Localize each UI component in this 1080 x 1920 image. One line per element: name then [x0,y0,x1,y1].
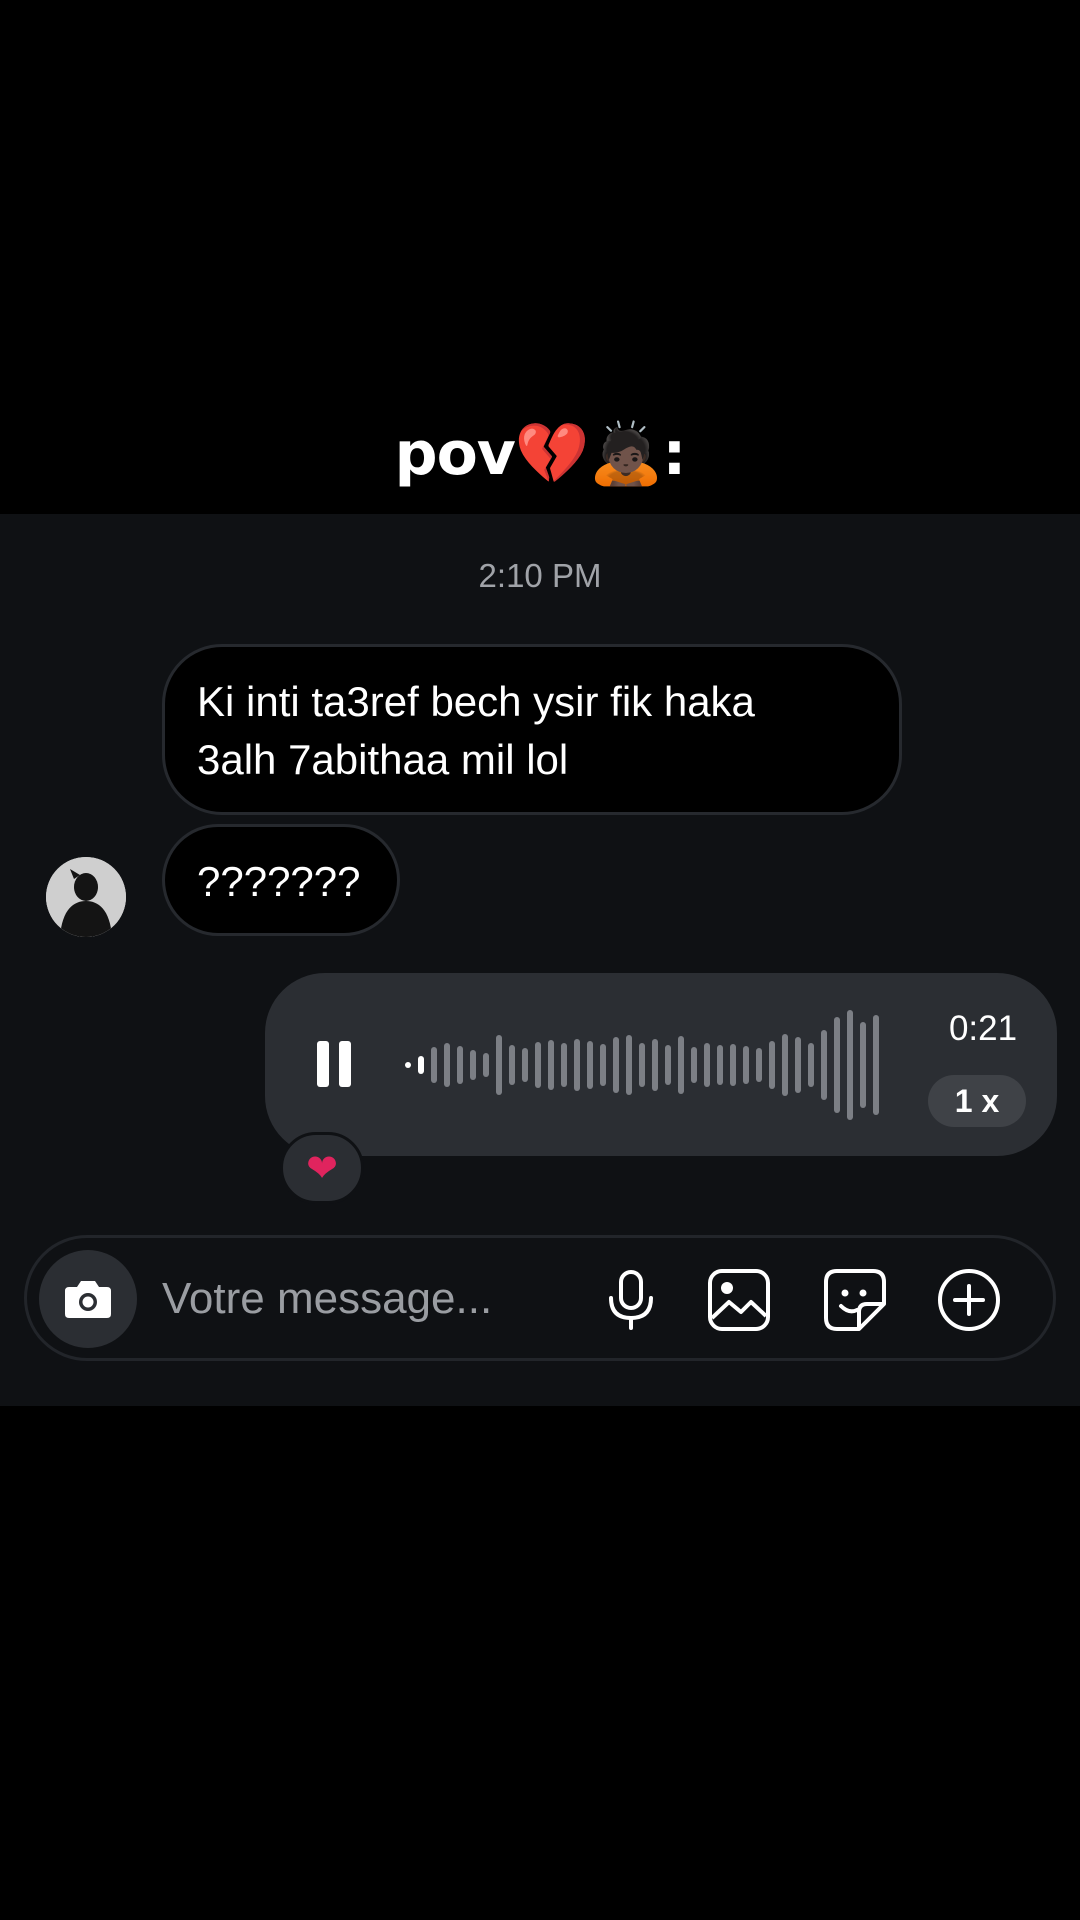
waveform-bar [821,1030,827,1100]
waveform-bar [834,1017,840,1113]
waveform-bar [743,1046,749,1084]
bowing-person-emoji: 🙇🏿 [588,419,664,489]
message-text: ??????? [197,858,361,905]
caption-colon: : [662,419,686,489]
waveform-bar [873,1015,879,1115]
broken-heart-emoji: 💔 [514,419,590,489]
waveform-bar [574,1039,580,1091]
waveform-bar [639,1043,645,1087]
message-text-line-1: Ki inti ta3ref bech ysir fik haka [197,678,755,725]
message-text-line-2: 3alh 7abithaa mil lol [197,736,569,783]
plus-circle-icon[interactable] [935,1266,1003,1334]
waveform-bar [665,1045,671,1085]
waveform-bar [431,1047,437,1083]
waveform-bar [678,1036,684,1094]
chat-panel: 2:10 PM Ki inti ta3ref bech ysir fik hak… [0,514,1080,1406]
audio-waveform[interactable] [401,1003,901,1127]
waveform-bar [561,1043,567,1087]
waveform-bar [730,1044,736,1086]
waveform-bar [782,1034,788,1096]
sticker-icon[interactable] [821,1266,889,1334]
waveform-bar [496,1035,502,1095]
voice-message-bubble[interactable]: 0:21 1 x [265,973,1057,1156]
waveform-bar [704,1043,710,1087]
waveform-bar [717,1045,723,1085]
waveform-bar [652,1039,658,1091]
waveform-bar [509,1045,515,1085]
waveform-bar [626,1035,632,1095]
camera-button[interactable] [39,1250,137,1348]
waveform-bar [795,1037,801,1093]
incoming-message-bubble[interactable]: Ki inti ta3ref bech ysir fik haka 3alh 7… [162,644,902,815]
waveform-bar [600,1044,606,1086]
overlay-caption: pov💔🙇🏿: [0,418,1080,489]
waveform-bar [587,1041,593,1089]
playback-speed-button[interactable]: 1 x [928,1075,1026,1127]
waveform-bar [457,1046,463,1084]
waveform-bar [756,1048,762,1082]
waveform-bar [808,1043,814,1087]
voice-duration: 0:21 [948,1009,1018,1048]
heart-reaction[interactable]: ❤ [280,1132,364,1204]
gallery-icon[interactable] [705,1266,773,1334]
waveform-bar [444,1043,450,1087]
waveform-bar [860,1022,866,1108]
incoming-message-bubble[interactable]: ??????? [162,824,400,936]
waveform-bar [405,1062,411,1068]
waveform-bar [522,1048,528,1082]
waveform-bar [535,1042,541,1088]
camera-icon [65,1281,111,1318]
message-input[interactable] [162,1274,562,1324]
waveform-bar [691,1047,697,1083]
avatar-silhouette-icon [46,857,126,937]
caption-text: pov [394,419,516,489]
waveform-bar [847,1010,853,1120]
waveform-bar [769,1041,775,1089]
waveform-bar [613,1037,619,1093]
waveform-bar [548,1040,554,1090]
waveform-bar [483,1053,489,1077]
message-composer [24,1235,1056,1361]
pause-icon[interactable] [317,1041,351,1087]
microphone-icon[interactable] [597,1266,665,1334]
waveform-bar [470,1050,476,1080]
waveform-bar [418,1056,424,1074]
message-timestamp: 2:10 PM [478,557,602,594]
avatar[interactable] [46,857,126,937]
